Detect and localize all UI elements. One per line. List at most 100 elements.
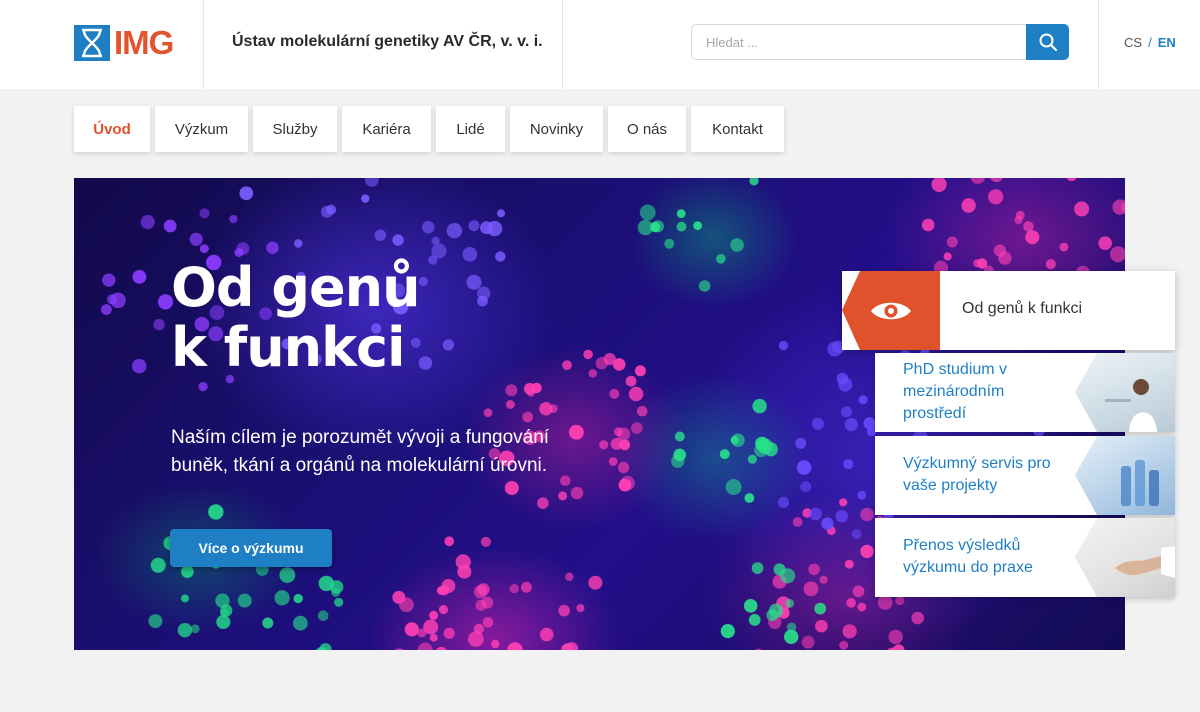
institute-name: Ústav molekulární genetiky AV ČR, v. v. … bbox=[232, 33, 543, 50]
cell-dot bbox=[1059, 242, 1069, 252]
cell-dot bbox=[988, 189, 1004, 205]
cell-dot bbox=[857, 490, 867, 500]
header-divider bbox=[203, 0, 204, 89]
lang-separator: / bbox=[1148, 35, 1152, 50]
cell-dot bbox=[842, 624, 857, 639]
search-form bbox=[691, 24, 1069, 60]
cell-dot bbox=[671, 454, 685, 468]
cell-dot bbox=[436, 586, 446, 595]
cell-dot bbox=[199, 244, 209, 254]
cell-dot bbox=[163, 219, 177, 233]
cell-dot bbox=[418, 356, 433, 370]
card-photo bbox=[1075, 518, 1175, 597]
cell-dot bbox=[664, 238, 675, 249]
cell-dot bbox=[634, 365, 646, 377]
cell-dot bbox=[107, 294, 117, 305]
nav-item-o-nas[interactable]: O nás bbox=[608, 106, 686, 152]
cell-dot bbox=[618, 478, 632, 492]
cell-dot bbox=[505, 400, 515, 409]
card-research-services[interactable]: Výzkumný servis pro vaše projekty bbox=[875, 436, 1175, 515]
lang-cs-link[interactable]: CS bbox=[1124, 35, 1142, 50]
cell-dot bbox=[505, 384, 518, 397]
cell-dot bbox=[334, 597, 344, 607]
panel-header[interactable]: Od genů k funkci bbox=[842, 271, 1175, 350]
cell-dot bbox=[562, 360, 572, 371]
cell-dot bbox=[497, 209, 505, 218]
cell-dot bbox=[522, 411, 534, 423]
cell-dot bbox=[219, 608, 229, 618]
cell-dot bbox=[801, 635, 815, 649]
cell-dot bbox=[429, 633, 438, 642]
cell-dot bbox=[860, 544, 874, 559]
cell-dot bbox=[537, 497, 549, 510]
cell-dot bbox=[674, 431, 685, 442]
nav-item-uvod[interactable]: Úvod bbox=[74, 106, 150, 152]
card-phd-study[interactable]: PhD studium v mezinárodním prostředí bbox=[875, 353, 1175, 432]
cell-dot bbox=[946, 236, 958, 248]
cell-dot bbox=[755, 648, 763, 650]
card-photo bbox=[1075, 436, 1175, 515]
cell-dot bbox=[931, 178, 947, 192]
cell-dot bbox=[637, 219, 654, 236]
cell-dot bbox=[435, 646, 447, 650]
cell-dot bbox=[839, 498, 848, 507]
cell-dot bbox=[610, 437, 623, 450]
cell-dot bbox=[888, 629, 903, 645]
cell-dot bbox=[237, 593, 252, 608]
cell-dot bbox=[693, 221, 702, 231]
cell-dot bbox=[392, 234, 404, 246]
cell-dot bbox=[858, 395, 868, 405]
site-logo[interactable]: IMG bbox=[74, 24, 174, 62]
cell-dot bbox=[1025, 230, 1040, 245]
cell-dot bbox=[815, 619, 828, 633]
cell-dot bbox=[1066, 178, 1077, 182]
cell-dot bbox=[613, 427, 623, 437]
nav-item-kariera[interactable]: Kariéra bbox=[342, 106, 431, 152]
hero-description: Naším cílem je porozumět vývoji a fungov… bbox=[171, 427, 550, 476]
cell-dot bbox=[617, 461, 630, 474]
cell-dot bbox=[583, 349, 593, 360]
lang-en-link[interactable]: EN bbox=[1158, 35, 1176, 50]
cell-dot bbox=[539, 627, 554, 642]
cell-dot bbox=[778, 340, 789, 351]
cell-dot bbox=[239, 186, 254, 201]
more-research-button[interactable]: Více o výzkumu bbox=[170, 529, 332, 567]
cell-dot bbox=[208, 504, 224, 520]
cell-dot bbox=[177, 623, 193, 638]
cell-dot bbox=[150, 557, 166, 573]
cell-dot bbox=[838, 377, 853, 392]
search-button[interactable] bbox=[1026, 24, 1069, 60]
card-results-transfer[interactable]: Přenos výsledků výzkumu do praxe bbox=[875, 518, 1175, 597]
search-input[interactable] bbox=[691, 24, 1027, 60]
cell-dot bbox=[320, 205, 333, 218]
cell-dot bbox=[808, 563, 820, 576]
cell-dot bbox=[317, 610, 329, 621]
cell-dot bbox=[1098, 236, 1112, 250]
cell-dot bbox=[747, 454, 758, 464]
cell-dot bbox=[1074, 201, 1090, 217]
cell-dot bbox=[814, 602, 827, 615]
nav-item-sluzby[interactable]: Služby bbox=[253, 106, 337, 152]
cell-dot bbox=[189, 232, 203, 246]
cell-dot bbox=[698, 280, 711, 292]
cell-dot bbox=[495, 251, 506, 262]
cell-dot bbox=[785, 598, 795, 608]
cell-dot bbox=[839, 640, 849, 650]
header-divider bbox=[1098, 0, 1099, 89]
nav-item-novinky[interactable]: Novinky bbox=[510, 106, 603, 152]
cell-dot bbox=[748, 614, 761, 626]
nav-item-kontakt[interactable]: Kontakt bbox=[691, 106, 784, 152]
cell-dot bbox=[190, 624, 200, 634]
cell-dot bbox=[198, 382, 208, 392]
cell-dot bbox=[423, 619, 439, 635]
cell-dot bbox=[719, 449, 730, 460]
cell-dot bbox=[895, 596, 905, 606]
cell-dot bbox=[588, 575, 603, 590]
cell-dot bbox=[462, 247, 478, 262]
nav-item-vyzkum[interactable]: Výzkum bbox=[155, 106, 248, 152]
cell-dot bbox=[1045, 259, 1056, 270]
nav-item-lide[interactable]: Lidé bbox=[436, 106, 505, 152]
cell-dot bbox=[716, 254, 726, 264]
cell-dot bbox=[844, 418, 858, 432]
cell-dot bbox=[811, 417, 824, 430]
